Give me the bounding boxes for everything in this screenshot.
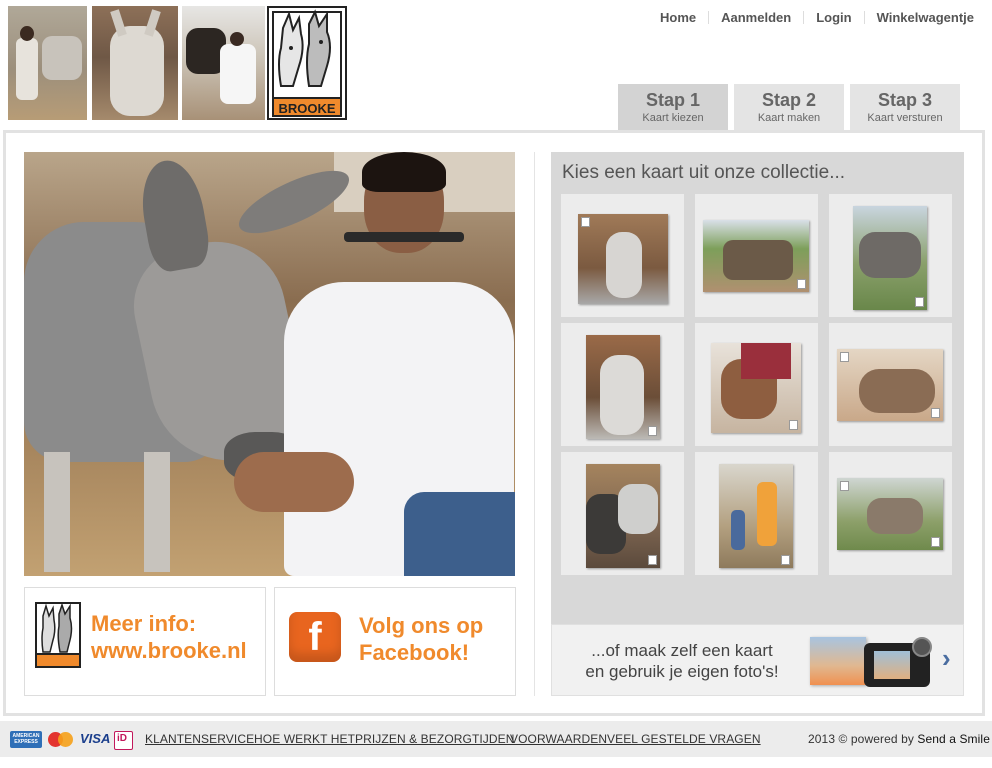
footer-link-terms[interactable]: VOORWAARDEN: [510, 732, 607, 746]
card-thumbnail: [586, 335, 660, 439]
column-divider: [534, 152, 535, 696]
nav-login[interactable]: Login: [804, 10, 863, 25]
header-photo-vet-donkey: [182, 6, 265, 120]
make-own-card-bar[interactable]: ...of maak zelf een kaart en gebruik je …: [551, 624, 964, 696]
card-thumbnail: [703, 220, 809, 292]
top-nav: Home Aanmelden Login Winkelwagentje: [648, 10, 974, 25]
card-collection-panel: Kies een kaart uit onze collectie...: [551, 152, 964, 624]
step-subtitle: Kaart maken: [757, 112, 821, 124]
send-a-smile-link[interactable]: Send a Smile: [917, 732, 990, 746]
card-thumbnail: [578, 214, 668, 304]
chevron-right-icon[interactable]: ›: [942, 643, 951, 674]
facebook-line-2: Facebook!: [359, 640, 470, 665]
card-thumbnail: [586, 464, 660, 568]
brooke-logo-small-icon: [35, 602, 81, 668]
footer-link-prices-delivery[interactable]: PRIJZEN & BEZORGTIJDEN: [355, 732, 515, 746]
nav-home[interactable]: Home: [648, 10, 708, 25]
step-subtitle: Kaart versturen: [867, 112, 943, 124]
camera-icon: [864, 637, 932, 687]
card-option[interactable]: [561, 323, 684, 446]
card-option[interactable]: [829, 323, 952, 446]
footer-link-how-it-works[interactable]: HOE WERKT HET: [254, 732, 355, 746]
facebook-line-1: Volg ons op: [359, 613, 484, 638]
card-thumbnail: [853, 206, 927, 310]
amex-text: AMERICAN EXPRESS: [12, 733, 40, 745]
card-option[interactable]: [695, 323, 818, 446]
hero-photo-vet-feeding-donkey: [24, 152, 515, 576]
info-link[interactable]: www.brooke.nl: [91, 637, 247, 664]
brooke-info-box[interactable]: Meer info: www.brooke.nl: [24, 587, 266, 696]
card-option[interactable]: [695, 194, 818, 317]
child-photo: [810, 637, 866, 685]
ideal-text: iD: [117, 733, 127, 744]
own-photo-line-2: en gebruik je eigen foto's!: [585, 662, 779, 681]
ideal-icon: iD: [114, 731, 133, 750]
logo-text: BROOKE: [278, 101, 336, 116]
card-thumbnail: [711, 343, 801, 433]
copyright-text: 2013 © powered by Send a Smile: [808, 732, 990, 746]
info-line-1: Meer info:: [91, 611, 197, 636]
card-thumbnail: [837, 478, 943, 550]
nav-signup[interactable]: Aanmelden: [709, 10, 803, 25]
step-tabs: Stap 1 Kaart kiezen Stap 2 Kaart maken S…: [618, 84, 960, 130]
card-option[interactable]: [695, 452, 818, 575]
card-option[interactable]: [561, 194, 684, 317]
nav-cart[interactable]: Winkelwagentje: [865, 10, 974, 25]
copyright-label: 2013 © powered by: [808, 732, 914, 746]
facebook-box[interactable]: f Volg ons op Facebook!: [274, 587, 516, 696]
step-title: Stap 1: [645, 90, 701, 110]
own-photo-line-1: ...of maak zelf een kaart: [591, 641, 773, 660]
brooke-logo[interactable]: BROOKE: [267, 6, 347, 120]
footer-link-customer-service[interactable]: KLANTENSERVICE: [145, 732, 254, 746]
collection-title: Kies een kaart uit onze collectie...: [562, 162, 846, 183]
step-2-tab[interactable]: Stap 2 Kaart maken: [734, 84, 844, 130]
footer-link-faq[interactable]: VEEL GESTELDE VRAGEN: [607, 732, 761, 746]
header-photo-child-donkey: [8, 6, 87, 120]
card-option[interactable]: [829, 452, 952, 575]
step-title: Stap 2: [761, 90, 817, 110]
facebook-letter: f: [308, 615, 322, 659]
step-title: Stap 3: [877, 90, 933, 110]
facebook-icon: f: [289, 612, 341, 662]
footer: AMERICAN EXPRESS VISA iD KLANTENSERVICE …: [0, 721, 992, 757]
header-photo-white-donkey: [92, 6, 178, 120]
card-thumbnail: [837, 349, 943, 421]
step-subtitle: Kaart kiezen: [642, 112, 704, 124]
card-option[interactable]: [829, 194, 952, 317]
card-option[interactable]: [561, 452, 684, 575]
step-3-tab[interactable]: Stap 3 Kaart versturen: [850, 84, 960, 130]
step-1-tab[interactable]: Stap 1 Kaart kiezen: [618, 84, 728, 130]
mastercard-icon: [46, 731, 76, 748]
amex-icon: AMERICAN EXPRESS: [10, 731, 42, 748]
card-thumbnail: [719, 464, 793, 568]
visa-icon: VISA: [80, 731, 111, 746]
